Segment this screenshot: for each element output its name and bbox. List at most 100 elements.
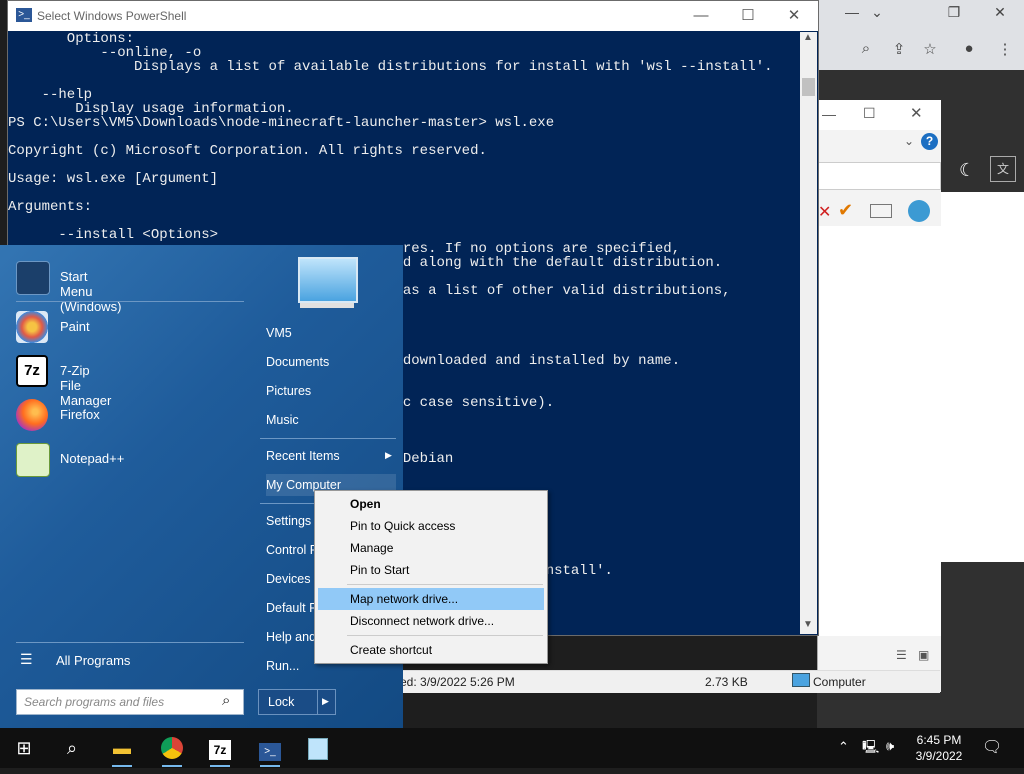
ctx-label: Create shortcut [350, 643, 433, 657]
chrome-icon[interactable] [148, 728, 196, 768]
all-programs-label: All Programs [56, 653, 131, 668]
network-icon[interactable]: 🖳 [862, 738, 879, 760]
delete-icon[interactable]: ✕ [818, 202, 831, 222]
start-right-recent-items[interactable]: Recent Items [266, 445, 396, 467]
lock-button[interactable]: Lock ▶ [258, 689, 336, 715]
start-right-pictures[interactable]: Pictures [266, 380, 396, 402]
console-line: Display usage information. [8, 101, 294, 117]
lock-label: Lock [268, 695, 295, 709]
volume-icon[interactable]: 🕪 [886, 738, 894, 754]
console-line: PS C:\Users\VM5\Downloads\node-minecraft… [8, 115, 555, 131]
console-line: Arguments: [8, 199, 93, 215]
bookmark-star-icon[interactable]: ☆ [918, 40, 942, 64]
profile-icon[interactable]: ● [957, 40, 981, 64]
status-size: 2.73 KB [705, 675, 748, 689]
ctx-disconnect-network-drive[interactable]: Disconnect network drive... [318, 610, 544, 632]
scroll-down-icon[interactable]: ▼ [803, 619, 813, 630]
status-location: Computer [813, 675, 866, 689]
console-line: Usage: wsl.exe [Argument] [8, 171, 219, 187]
powershell-taskbar-icon[interactable]: >_ [246, 728, 294, 768]
status-modified: ed: 3/9/2022 5:26 PM [400, 675, 515, 689]
app-label: Paint [60, 319, 90, 334]
taskbar-clock[interactable]: 6:45 PM 3/9/2022 [912, 732, 966, 764]
check-icon[interactable]: ✔ [838, 200, 853, 221]
explorer-status-bar: ed: 3/9/2022 5:26 PM 2.73 KB Computer [330, 670, 940, 693]
lock-options-arrow-icon[interactable]: ▶ [322, 696, 329, 707]
ctx-label: Map network drive... [350, 592, 459, 606]
webpage-white-area [940, 192, 1024, 562]
ctx-create-shortcut[interactable]: Create shortcut [318, 639, 544, 661]
explorer-titlebar: — ☐ ✕ [818, 100, 941, 130]
explorer-min-icon[interactable]: — [822, 106, 836, 122]
chrome-close-icon[interactable]: ✕ [985, 4, 1015, 26]
chrome-menu-icon[interactable]: ⋮ [993, 40, 1017, 64]
running-indicator [162, 765, 182, 767]
help-icon[interactable]: ? [921, 133, 938, 150]
running-indicator [210, 765, 230, 767]
lock-divider [317, 690, 318, 714]
ctx-pin-to-start[interactable]: Pin to Start [318, 559, 544, 581]
clock-date: 3/9/2022 [915, 749, 963, 763]
all-programs-button[interactable]: ☰ All Programs [16, 648, 246, 672]
console-line: Displays a list of available distributio… [8, 59, 773, 75]
maximize-button[interactable]: ☐ [725, 6, 771, 28]
context-menu: Open Pin to Quick access Manage Pin to S… [314, 490, 548, 664]
search-icon[interactable]: ⌕ [222, 692, 230, 709]
chrome-tab-dropdown-icon[interactable]: ⌄ [862, 4, 892, 26]
console-line: --help [8, 87, 93, 103]
start-right-vm5[interactable]: VM5 [266, 322, 396, 344]
ctx-open[interactable]: Open [318, 493, 544, 515]
details-view-icon[interactable]: ☰ [896, 648, 907, 662]
ctx-pin-quick-access[interactable]: Pin to Quick access [318, 515, 544, 537]
ctx-label: Pin to Quick access [350, 519, 456, 533]
powershell-title: Select Windows PowerShell [37, 9, 187, 23]
minimize-button[interactable]: — [678, 6, 724, 28]
search-icon[interactable]: ⌕ [48, 728, 96, 768]
shell-icon[interactable] [908, 200, 930, 222]
start-search-input[interactable]: Search programs and files ⌕ [16, 689, 244, 715]
clock-time: 6:45 PM [916, 733, 962, 747]
ribbon-expand-icon[interactable]: ⌄ [904, 134, 914, 148]
app-label: Notepad++ [60, 451, 125, 466]
taskbar: ⊞ ⌕ ▬ 7z >_ ⌃ 🖳 🕪 6:45 PM 3/9/2022 🗨 [0, 728, 1024, 768]
chevron-up-icon[interactable]: ⌃ [838, 739, 849, 755]
start-right-documents[interactable]: Documents [266, 351, 396, 373]
chrome-window: — ⌄ ❐ ✕ ⌕ ⇪ ☆ ● ⋮ [817, 0, 1024, 70]
file-explorer-icon[interactable]: ▬ [98, 728, 146, 768]
explorer-toolbar: ✕ ✔ [818, 200, 941, 226]
notepad-taskbar-icon[interactable] [294, 728, 342, 768]
list-icon: ☰ [20, 651, 33, 667]
dark-mode-icon[interactable]: ☾ [959, 160, 975, 181]
explorer-max-icon[interactable]: ☐ [863, 105, 876, 122]
powershell-titlebar[interactable]: >_ Select Windows PowerShell — ☐ ✕ [8, 1, 818, 31]
computer-icon [298, 257, 358, 303]
rename-icon[interactable] [870, 204, 892, 218]
notifications-icon[interactable]: 🗨 [982, 737, 1002, 757]
console-scrollbar[interactable]: ▲ ▼ [800, 32, 817, 634]
ctx-label: Manage [350, 541, 394, 555]
zoom-icon[interactable]: ⌕ [854, 40, 878, 64]
explorer-window: — ☐ ✕ ⌄ ? ✕ ✔ ☰ ▣ [817, 100, 941, 692]
start-right-music[interactable]: Music [266, 409, 396, 431]
explorer-address-bar[interactable] [818, 162, 941, 190]
console-line: Copyright (c) Microsoft Corporation. All… [8, 143, 487, 159]
explorer-content [818, 226, 941, 636]
search-placeholder: Search programs and files [24, 695, 165, 709]
start-menu-icon [16, 261, 50, 295]
large-icons-view-icon[interactable]: ▣ [918, 648, 929, 662]
explorer-close-icon[interactable]: ✕ [910, 104, 923, 122]
ctx-manage[interactable]: Manage [318, 537, 544, 559]
scroll-thumb[interactable] [802, 78, 815, 96]
ctx-map-network-drive[interactable]: Map network drive... [318, 588, 544, 610]
separator [16, 642, 244, 643]
windows-start-icon[interactable]: ⊞ [0, 728, 48, 768]
share-icon[interactable]: ⇪ [887, 40, 911, 64]
powershell-icon: >_ [16, 8, 32, 22]
separator [260, 438, 396, 439]
translate-icon[interactable]: 文 [990, 156, 1016, 182]
close-button[interactable]: ✕ [771, 6, 817, 28]
scroll-up-icon[interactable]: ▲ [803, 32, 813, 43]
ctx-label: Open [350, 497, 381, 511]
7zip-taskbar-icon[interactable]: 7z [196, 728, 244, 768]
chrome-restore-icon[interactable]: ❐ [939, 4, 969, 26]
